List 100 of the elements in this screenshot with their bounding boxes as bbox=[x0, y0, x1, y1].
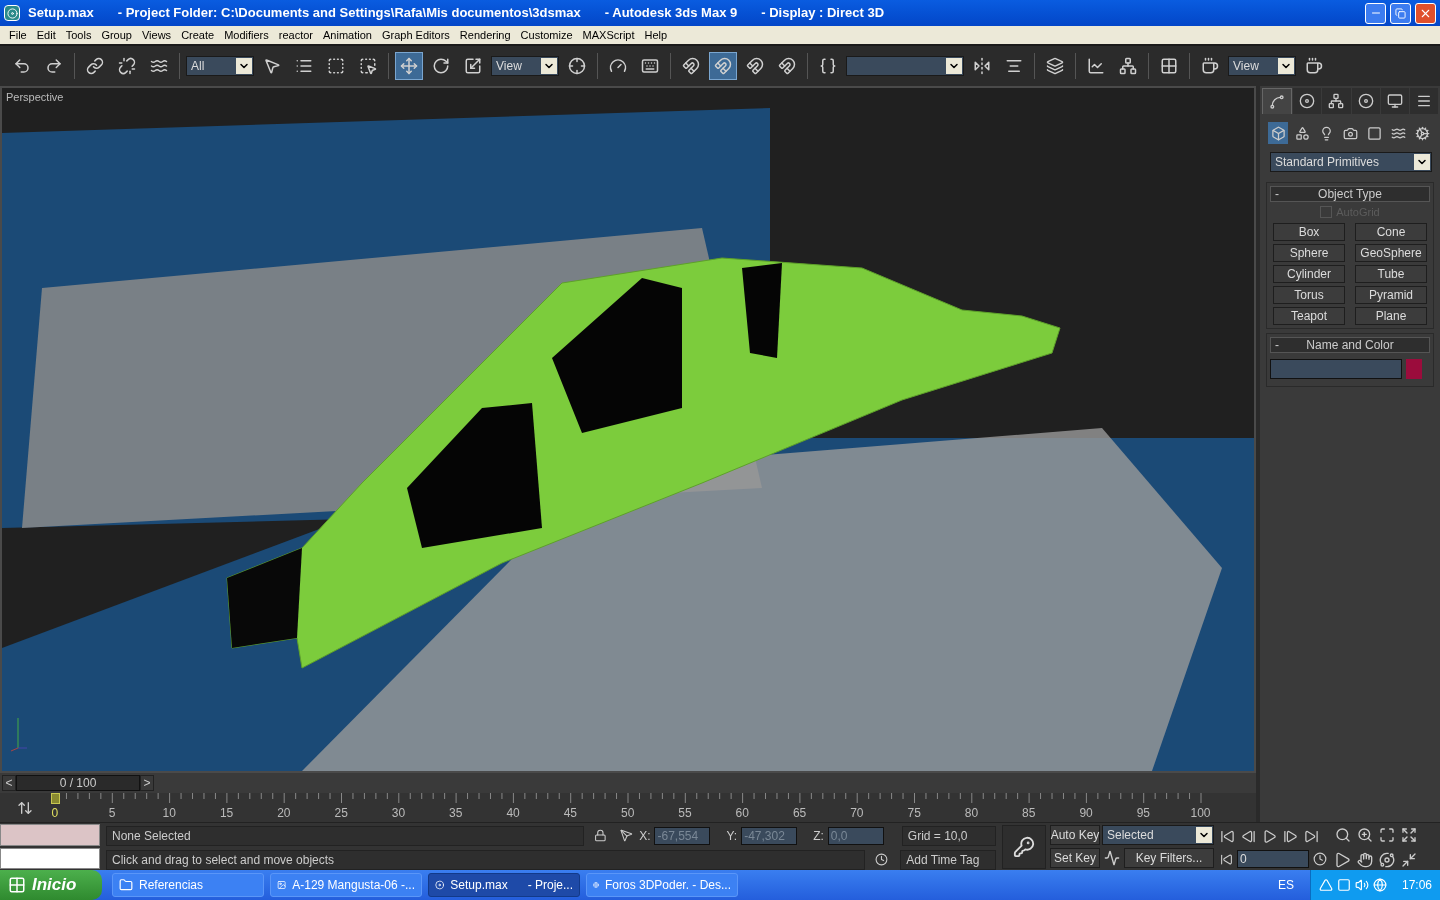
key-mode-dropdown[interactable]: Selected bbox=[1102, 825, 1214, 845]
restore-button[interactable] bbox=[1390, 2, 1411, 24]
pan-icon[interactable] bbox=[1357, 851, 1373, 868]
menu-item[interactable]: Rendering bbox=[454, 26, 516, 44]
primitive-button[interactable]: Box bbox=[1273, 223, 1345, 241]
language-indicator[interactable]: ES bbox=[1278, 876, 1294, 894]
rollout-header[interactable]: - Object Type bbox=[1270, 186, 1430, 202]
volume-icon[interactable] bbox=[1355, 878, 1369, 892]
toolbar-dropdown[interactable] bbox=[846, 56, 964, 76]
grid-size-display: Grid = 10,0 bbox=[901, 825, 996, 846]
primitive-button[interactable]: Sphere bbox=[1273, 244, 1345, 262]
field-of-view-icon[interactable] bbox=[1335, 851, 1351, 868]
key-mode-icon[interactable] bbox=[1220, 852, 1233, 866]
taskbar-button[interactable]: A-129 Mangusta-06 -... bbox=[270, 873, 422, 897]
maximize-viewport-icon[interactable] bbox=[1401, 851, 1417, 868]
toolbar-dropdown[interactable]: All bbox=[186, 56, 254, 76]
window-title: - Display : Direct 3D bbox=[761, 4, 885, 23]
lock-icon[interactable] bbox=[593, 829, 607, 842]
menu-item[interactable]: Views bbox=[136, 26, 177, 44]
clock: 17:06 bbox=[1401, 877, 1432, 894]
menu-item[interactable]: MAXScript bbox=[577, 26, 640, 44]
previous-frame-button[interactable]: < bbox=[2, 775, 16, 791]
toolbar-dropdown[interactable]: View bbox=[1228, 56, 1296, 76]
script-listener-field[interactable] bbox=[0, 847, 100, 869]
object-category-dropdown[interactable]: Standard Primitives bbox=[1270, 152, 1432, 172]
track-bar[interactable]: 0 5 10 15 20 25 30 35 40 45 50 55 60 65 70 75 80 85 90 95 100 bbox=[50, 793, 1210, 822]
menu-item[interactable]: Group bbox=[96, 26, 137, 44]
frame-number: 45 bbox=[563, 805, 578, 822]
minimize-button[interactable] bbox=[1365, 2, 1386, 24]
frame-number: 60 bbox=[735, 805, 749, 822]
tray-app-icon[interactable] bbox=[1337, 878, 1351, 892]
zoom-extents-icon[interactable] bbox=[1379, 827, 1395, 843]
current-frame-marker bbox=[51, 793, 60, 804]
auto-key-button[interactable]: Auto Key bbox=[1050, 825, 1100, 845]
taskbar-button[interactable]: Referencias bbox=[112, 873, 264, 897]
display-icon[interactable] bbox=[1380, 88, 1409, 114]
time-configuration-icon[interactable] bbox=[1313, 852, 1327, 866]
hierarchy-icon[interactable] bbox=[1322, 88, 1351, 114]
add-time-tag-button[interactable]: Add Time Tag bbox=[900, 849, 996, 870]
zoom-all-icon[interactable] bbox=[1357, 827, 1373, 843]
window-title: - Project Folder: C:\Documents and Settings\Rafa\Mis documentos\3dsmax bbox=[117, 4, 581, 23]
orbit-icon[interactable] bbox=[1379, 851, 1395, 868]
menu-item[interactable]: Modifiers bbox=[219, 26, 274, 44]
taskbar-button[interactable]: Foros 3DPoder. - Des... bbox=[586, 873, 738, 897]
utilities-icon[interactable] bbox=[1409, 88, 1439, 114]
menu-item[interactable]: Animation bbox=[318, 26, 377, 44]
primitive-button[interactable]: Torus bbox=[1273, 286, 1345, 304]
arrows-icon bbox=[17, 799, 33, 816]
primitive-button[interactable]: Pyramid bbox=[1355, 286, 1427, 304]
next-frame-button[interactable]: > bbox=[140, 775, 154, 791]
time-tag-icon[interactable] bbox=[875, 853, 889, 866]
taskbar-button[interactable]: Setup.max - Proje... bbox=[428, 873, 580, 897]
primitive-button[interactable]: Tube bbox=[1355, 265, 1427, 283]
object-name-field[interactable] bbox=[1270, 359, 1402, 379]
play-icon[interactable] bbox=[1262, 828, 1277, 844]
go-to-end-icon[interactable] bbox=[1304, 828, 1319, 844]
frame-number: 55 bbox=[678, 805, 692, 822]
frame-number: 70 bbox=[850, 805, 864, 822]
transform-mode-icon[interactable] bbox=[620, 829, 634, 842]
menu-item[interactable]: File bbox=[4, 26, 32, 44]
previous-frame-icon[interactable] bbox=[1241, 828, 1256, 844]
menu-item[interactable]: Tools bbox=[60, 26, 97, 44]
object-color-swatch[interactable] bbox=[1406, 359, 1422, 379]
menu-item[interactable]: Customize bbox=[515, 26, 578, 44]
tangent-icon[interactable] bbox=[1104, 850, 1120, 866]
tray-app-icon[interactable] bbox=[1373, 878, 1387, 892]
menu-item[interactable]: Edit bbox=[31, 26, 61, 44]
menu-item[interactable]: Help bbox=[639, 26, 673, 44]
set-key-large-button[interactable] bbox=[1002, 825, 1046, 869]
key-filters-button[interactable]: Key Filters... bbox=[1124, 848, 1214, 868]
selection-status: None Selected bbox=[106, 825, 584, 846]
primitive-button[interactable]: Cone bbox=[1355, 223, 1427, 241]
go-to-start-icon[interactable] bbox=[1220, 828, 1235, 844]
current-frame-field[interactable]: 0 bbox=[1237, 850, 1309, 868]
menu-item[interactable]: Create bbox=[176, 26, 220, 44]
frame-number: 75 bbox=[907, 805, 921, 822]
script-listener-field[interactable] bbox=[0, 824, 100, 846]
app-icon bbox=[4, 5, 20, 21]
restore-icon bbox=[1395, 7, 1406, 19]
cube-icon[interactable] bbox=[1268, 122, 1288, 144]
frame-number: 5 bbox=[108, 805, 116, 822]
primitive-button[interactable]: Plane bbox=[1355, 307, 1427, 325]
viewport-label[interactable]: Perspective bbox=[6, 89, 64, 106]
next-frame-icon[interactable] bbox=[1283, 828, 1298, 844]
toolbar-dropdown[interactable]: View bbox=[491, 56, 559, 76]
set-key-button[interactable]: Set Key bbox=[1050, 848, 1100, 868]
primitive-button[interactable]: Cylinder bbox=[1273, 265, 1345, 283]
viewport[interactable]: Perspective bbox=[0, 86, 1256, 773]
close-button[interactable] bbox=[1415, 2, 1436, 24]
primitive-button[interactable]: Teapot bbox=[1273, 307, 1345, 325]
zoom-extents-all-icon[interactable] bbox=[1401, 827, 1417, 843]
time-slider-thumb[interactable]: 0 / 100 bbox=[16, 775, 140, 791]
menu-item[interactable]: reactor bbox=[273, 26, 319, 44]
zoom-icon[interactable] bbox=[1335, 827, 1351, 843]
menu-item[interactable]: Graph Editors bbox=[376, 26, 455, 44]
frame-number: 85 bbox=[1022, 805, 1036, 822]
rollout-header[interactable]: - Name and Color bbox=[1270, 337, 1430, 353]
primitive-button[interactable]: GeoSphere bbox=[1355, 244, 1427, 262]
tray-app-icon[interactable] bbox=[1319, 878, 1333, 892]
frame-number: 35 bbox=[449, 805, 463, 822]
